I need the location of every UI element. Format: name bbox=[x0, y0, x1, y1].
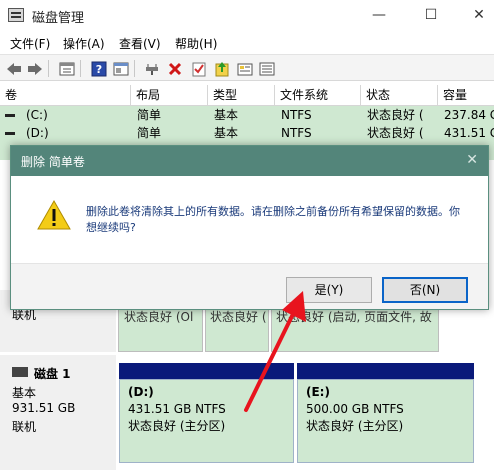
help-icon[interactable]: ? bbox=[90, 60, 107, 77]
partition-status: 状态良好 (主分区) bbox=[306, 419, 404, 433]
delete-icon[interactable] bbox=[166, 60, 183, 77]
disk-1-status: 联机 bbox=[12, 420, 37, 434]
volume-row[interactable]: (C:) 简单 基本 NTFS 状态良好 ( 237.84 G bbox=[0, 106, 494, 124]
menu-file[interactable]: 文件(F) bbox=[10, 35, 50, 52]
menu-view[interactable]: 查看(V) bbox=[119, 35, 161, 52]
disk-management-icon bbox=[8, 8, 24, 22]
delete-volume-dialog: 删除 简单卷 ✕ 删除此卷将清除其上的所有数据。请在删除之前备份所有希望保留的数… bbox=[10, 145, 489, 310]
volume-row[interactable]: (D:) 简单 基本 NTFS 状态良好 ( 431.51 G bbox=[0, 124, 494, 142]
volume-name: (C:) bbox=[26, 108, 48, 122]
column-header-capacity[interactable]: 容量 bbox=[438, 85, 494, 106]
menu-action[interactable]: 操作(A) bbox=[63, 35, 105, 52]
dialog-title: 删除 简单卷 bbox=[21, 155, 85, 169]
forward-icon[interactable] bbox=[26, 60, 43, 77]
back-icon[interactable] bbox=[5, 60, 22, 77]
title-bar: 磁盘管理 — ☐ ✕ bbox=[0, 0, 494, 31]
menu-help[interactable]: 帮助(H) bbox=[175, 35, 217, 52]
toolbar-separator bbox=[134, 60, 135, 77]
partition-status: 状态良好 (Ol bbox=[124, 310, 194, 324]
disk-1-panel[interactable]: 磁盘 1 基本 931.51 GB 联机 bbox=[0, 355, 116, 470]
column-header-status[interactable]: 状态 bbox=[361, 85, 438, 106]
column-header-filesystem[interactable]: 文件系统 bbox=[275, 85, 361, 106]
volume-capacity: 431.51 G bbox=[444, 126, 494, 140]
checklist-icon[interactable] bbox=[190, 60, 207, 77]
volume-status: 状态良好 ( bbox=[367, 108, 424, 122]
dialog-body: 删除此卷将清除其上的所有数据。请在删除之前备份所有希望保留的数据。你想继续吗? bbox=[11, 176, 488, 263]
drive-list-icon[interactable] bbox=[258, 60, 275, 77]
no-button[interactable]: 否(N) bbox=[382, 277, 468, 303]
dialog-footer: 是(Y) 否(N) bbox=[11, 263, 488, 309]
disk-1-type: 基本 bbox=[12, 386, 37, 400]
toolbar: ? bbox=[0, 54, 494, 81]
import-icon[interactable] bbox=[213, 60, 230, 77]
toolbar-separator bbox=[48, 60, 49, 77]
drive-info-icon[interactable] bbox=[236, 60, 253, 77]
volume-layout: 简单 bbox=[137, 126, 162, 140]
minimize-button[interactable]: — bbox=[356, 0, 402, 31]
console-icon[interactable] bbox=[112, 60, 129, 77]
partition-header-bar bbox=[297, 363, 474, 379]
connect-icon[interactable] bbox=[143, 60, 160, 77]
partition-status: 状态良好 ( bbox=[210, 310, 267, 324]
disk-1-size: 931.51 GB bbox=[12, 401, 76, 415]
volume-filesystem: NTFS bbox=[281, 108, 312, 122]
partition-d[interactable]: (D:) 431.51 GB NTFS 状态良好 (主分区) bbox=[119, 379, 294, 463]
dialog-message: 删除此卷将清除其上的所有数据。请在删除之前备份所有希望保留的数据。你想继续吗? bbox=[86, 205, 460, 234]
partition-status: 状态良好 (启动, 页面文件, 故 bbox=[276, 310, 432, 324]
window-title: 磁盘管理 bbox=[32, 11, 85, 26]
partition-header-bar bbox=[119, 363, 294, 379]
partition-label: (E:) bbox=[306, 385, 330, 399]
yes-button[interactable]: 是(Y) bbox=[286, 277, 372, 303]
volume-layout: 简单 bbox=[137, 108, 162, 122]
hard-disk-icon bbox=[12, 367, 28, 377]
column-header-layout[interactable]: 布局 bbox=[131, 85, 208, 106]
volume-type: 基本 bbox=[214, 126, 239, 140]
disk-1-name: 磁盘 1 bbox=[34, 367, 71, 381]
menu-bar: 文件(F) 操作(A) 查看(V) 帮助(H) bbox=[0, 31, 494, 53]
partition-size: 431.51 GB NTFS bbox=[128, 402, 226, 416]
properties-icon[interactable] bbox=[58, 60, 75, 77]
svg-text:?: ? bbox=[95, 63, 101, 76]
maximize-button[interactable]: ☐ bbox=[408, 0, 454, 31]
column-header-volume[interactable]: 卷 bbox=[0, 85, 131, 106]
volume-icon bbox=[5, 132, 15, 135]
toolbar-separator bbox=[80, 60, 81, 77]
partition-label: (D:) bbox=[128, 385, 154, 399]
column-header-type[interactable]: 类型 bbox=[208, 85, 275, 106]
dialog-close-button[interactable]: ✕ bbox=[466, 152, 478, 168]
volume-type: 基本 bbox=[214, 108, 239, 122]
partition-e[interactable]: (E:) 500.00 GB NTFS 状态良好 (主分区) bbox=[297, 379, 474, 463]
dialog-title-bar: 删除 简单卷 ✕ bbox=[11, 146, 488, 176]
close-button[interactable]: ✕ bbox=[456, 0, 494, 31]
volume-filesystem: NTFS bbox=[281, 126, 312, 140]
volume-list-header: 卷 布局 类型 文件系统 状态 容量 bbox=[0, 85, 494, 106]
volume-capacity: 237.84 G bbox=[444, 108, 494, 122]
volume-icon bbox=[5, 114, 15, 117]
volume-status: 状态良好 ( bbox=[367, 126, 424, 140]
volume-name: (D:) bbox=[26, 126, 49, 140]
warning-icon bbox=[37, 199, 71, 233]
partition-status: 状态良好 (主分区) bbox=[128, 419, 226, 433]
partition-size: 500.00 GB NTFS bbox=[306, 402, 404, 416]
